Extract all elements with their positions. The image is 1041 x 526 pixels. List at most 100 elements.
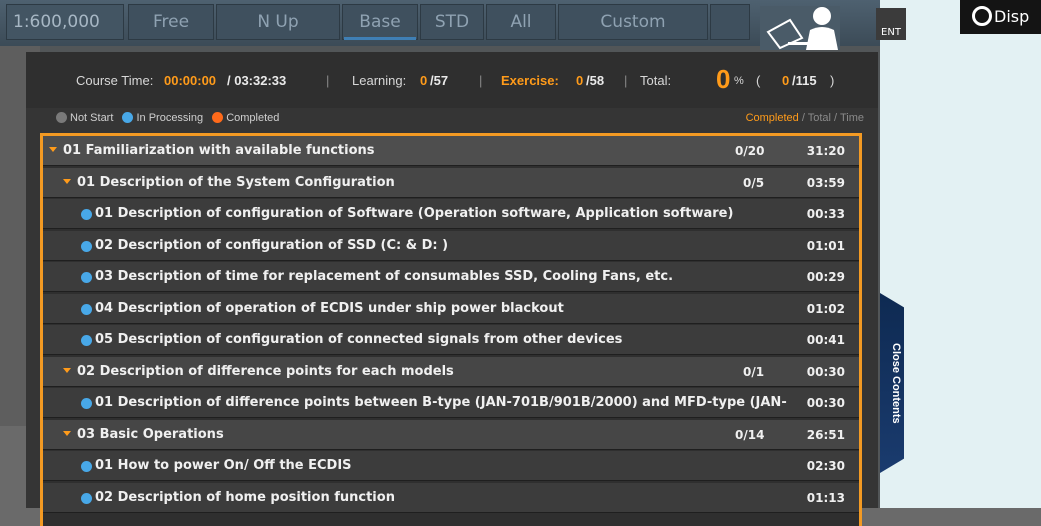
in-processing-status-icon xyxy=(81,335,92,346)
user-learning-icon xyxy=(760,6,840,50)
course-time-label: Course Time: xyxy=(76,73,154,88)
base-active-indicator xyxy=(344,37,416,40)
total-count: /115 xyxy=(792,73,817,88)
row-title: 01 Description of the System Configurati… xyxy=(77,174,395,190)
row-title: 05 Description of configuration of conne… xyxy=(95,332,623,347)
row-title: 04 Description of operation of ECDIS und… xyxy=(95,300,564,316)
lesson-row[interactable]: 04 Description of operation of ECDIS und… xyxy=(43,293,859,324)
lesson-row[interactable]: 01 How to power On/ Off the ECDIS 02:30 xyxy=(43,451,859,481)
lesson-row[interactable]: 02 Description of home position function… xyxy=(43,482,859,513)
section-row[interactable]: 02 Description of difference points for … xyxy=(43,356,859,387)
row-count: 0/5 xyxy=(743,175,765,190)
toolbar-custom-button[interactable]: Custom xyxy=(558,4,708,40)
row-title: 03 Basic Operations xyxy=(77,426,224,442)
total-label: Total: xyxy=(640,73,672,88)
in-processing-status-icon xyxy=(81,303,92,315)
row-count: 0/1 xyxy=(743,364,765,379)
row-title: 01 Description of configuration of Softw… xyxy=(95,206,734,221)
course-summary-bar: Course Time: 00:00:00 / 03:32:33 | Learn… xyxy=(26,52,878,108)
expand-caret-icon[interactable] xyxy=(63,178,71,184)
in-processing-status-icon xyxy=(81,398,92,409)
background-toolbar: 1:600,000 Free N Up Base STD All Custom xyxy=(0,0,880,46)
lesson-row[interactable]: 02 Description of configuration of SSD (… xyxy=(43,230,859,261)
row-title: 02 Description of configuration of SSD (… xyxy=(95,237,449,253)
not-start-dot-icon xyxy=(56,112,67,123)
row-time: 00:33 xyxy=(806,207,845,221)
row-time: 00:41 xyxy=(806,333,845,347)
course-time-elapsed: 00:00:00 xyxy=(164,73,217,88)
row-title: 03 Description of time for replacement o… xyxy=(95,269,674,284)
exercise-label: Exercise: xyxy=(501,73,559,88)
toolbar-free-button[interactable]: Free xyxy=(128,4,214,40)
section-row[interactable]: 01 Description of the System Configurati… xyxy=(43,167,859,198)
row-time: 01:02 xyxy=(806,301,845,316)
lesson-row[interactable]: 03 Description of time for replacement o… xyxy=(43,262,859,292)
row-title: 01 How to power On/ Off the ECDIS xyxy=(95,458,352,473)
row-count: 0/14 xyxy=(735,427,765,442)
toolbar-base-button[interactable]: Base xyxy=(342,4,418,40)
row-time: 03:59 xyxy=(806,175,845,190)
lesson-row[interactable]: 01 Description of difference points betw… xyxy=(43,388,859,418)
lesson-row[interactable]: 05 Description of configuration of conne… xyxy=(43,325,859,355)
row-time: 31:20 xyxy=(806,144,845,158)
event-button[interactable]: ENT xyxy=(876,8,906,40)
row-time: 00:29 xyxy=(806,270,845,284)
display-icon xyxy=(972,6,992,26)
in-processing-status-icon xyxy=(81,492,92,504)
row-title: 02 Description of home position function xyxy=(95,489,395,505)
row-title: 01 Description of difference points betw… xyxy=(95,395,787,410)
legend-in-processing: In Processing xyxy=(136,112,204,124)
total-done: 0 xyxy=(782,73,790,88)
expand-caret-icon[interactable] xyxy=(49,147,57,152)
row-time: 26:51 xyxy=(806,427,845,442)
row-time: 00:30 xyxy=(806,396,845,410)
row-time: 01:01 xyxy=(806,238,845,253)
scale-display[interactable]: 1:600,000 xyxy=(6,4,124,40)
in-processing-status-icon xyxy=(81,209,92,220)
row-time: 01:13 xyxy=(806,490,845,505)
legend-items: Not Start In Processing Completed xyxy=(56,112,279,124)
in-processing-dot-icon xyxy=(122,112,134,123)
chapter-row[interactable]: 01 Familiarization with available functi… xyxy=(43,136,859,166)
toolbar-dropdown-button[interactable] xyxy=(710,4,750,40)
legend-right-rest: / Total / Time xyxy=(798,112,864,124)
toolbar-std-button[interactable]: STD xyxy=(420,4,484,40)
paren-close: ) xyxy=(830,73,835,88)
legend-not-start: Not Start xyxy=(70,112,114,124)
close-contents-label[interactable]: Close Contents xyxy=(884,333,902,433)
section-row[interactable]: 03 Basic Operations 0/14 26:51 xyxy=(43,419,859,450)
legend-columns: Completed / Total / Time xyxy=(746,112,864,124)
learning-done: 0 xyxy=(420,73,428,88)
summary-separator-2: | xyxy=(479,73,483,88)
row-count: 0/20 xyxy=(735,144,765,158)
row-title: 01 Familiarization with available functi… xyxy=(63,143,375,158)
expand-caret-icon[interactable] xyxy=(63,367,71,373)
course-tree: 01 Familiarization with available functi… xyxy=(40,133,862,526)
expand-caret-icon[interactable] xyxy=(63,430,71,436)
background-right-area xyxy=(880,0,1041,508)
legend-completed: Completed xyxy=(226,112,280,124)
learning-total: /57 xyxy=(430,73,449,88)
course-time-total: / 03:32:33 xyxy=(227,73,287,88)
toolbar-nup-button[interactable]: N Up xyxy=(216,4,340,40)
row-time: 00:30 xyxy=(806,364,845,379)
display-button[interactable]: Disp xyxy=(972,6,1029,26)
summary-separator-1: | xyxy=(326,73,330,88)
course-contents-panel: Course Time: 00:00:00 / 03:32:33 | Learn… xyxy=(26,52,878,526)
learning-label: Learning: xyxy=(352,73,407,88)
row-title: 02 Description of difference points for … xyxy=(77,363,454,379)
exercise-total: /58 xyxy=(586,73,605,88)
percent-sign: % xyxy=(734,75,744,87)
row-time: 02:30 xyxy=(806,459,845,473)
summary-separator-3: | xyxy=(624,73,628,88)
paren-open: ( xyxy=(756,73,761,88)
completed-dot-icon xyxy=(212,112,224,123)
in-processing-status-icon xyxy=(81,240,92,252)
in-processing-status-icon xyxy=(81,272,92,283)
total-percent: 0 xyxy=(716,64,731,94)
toolbar-all-button[interactable]: All xyxy=(486,4,556,40)
status-legend: Not Start In Processing Completed Comple… xyxy=(26,108,878,130)
display-label: Disp xyxy=(994,7,1030,26)
lesson-row[interactable]: 01 Description of configuration of Softw… xyxy=(43,199,859,229)
legend-right-completed: Completed xyxy=(745,112,799,124)
